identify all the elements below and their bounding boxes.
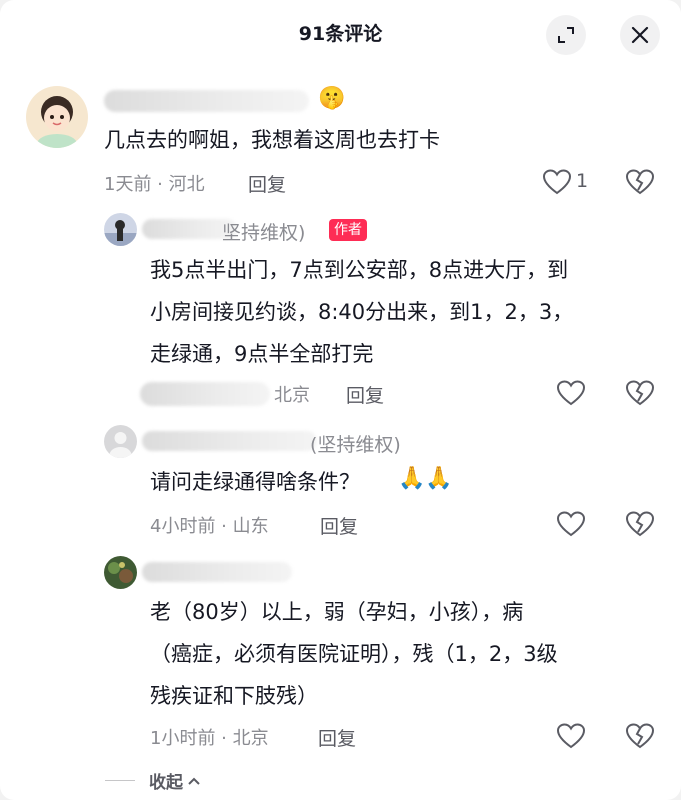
comment-text[interactable]: 几点去的啊姐，我想着这周也去打卡 — [104, 120, 440, 160]
like-count: 1 — [576, 170, 589, 192]
dislike-icon[interactable] — [625, 510, 655, 538]
collapse-replies-button[interactable]: 收起 — [105, 768, 201, 793]
avatar[interactable] — [26, 86, 88, 148]
avatar[interactable] — [104, 556, 137, 589]
reply-button[interactable]: 回复 — [248, 170, 286, 197]
author-badge: 作者 — [329, 219, 367, 241]
avatar[interactable] — [104, 213, 137, 246]
divider — [105, 780, 135, 781]
comment-text-line[interactable]: 残疾证和下肢残） — [150, 676, 318, 716]
collapse-label: 收起 — [149, 773, 183, 793]
comment-time-location: 1天前 · 河北 — [104, 174, 205, 195]
comment-time-location: 4小时前 · 山东 — [150, 516, 269, 537]
reply-button[interactable]: 回复 — [346, 381, 384, 408]
comment-text-line[interactable]: 老（80岁）以上，弱（孕妇，小孩），病 — [150, 592, 523, 632]
expand-icon — [558, 27, 574, 43]
dislike-icon[interactable] — [625, 722, 655, 750]
username-blurred[interactable] — [142, 431, 317, 451]
comment-text-line[interactable]: （癌症，必须有医院证明），残（1，2，3级 — [150, 634, 558, 674]
close-button[interactable] — [620, 15, 660, 55]
comment-location: 北京 — [274, 385, 310, 406]
dislike-icon[interactable] — [625, 168, 655, 196]
default-avatar[interactable] — [104, 425, 137, 458]
comment-text-line[interactable]: 走绿通，9点半全部打完 — [150, 334, 373, 374]
like-icon[interactable] — [542, 168, 572, 196]
like-icon[interactable] — [556, 722, 586, 750]
reply-button[interactable]: 回复 — [320, 512, 358, 539]
username[interactable]: 坚持维权) — [222, 218, 305, 245]
like-icon[interactable] — [556, 379, 586, 407]
comment-text[interactable]: 请问走绿通得啥条件？ — [150, 462, 360, 502]
time-blurred — [140, 382, 270, 406]
reply-button[interactable]: 回复 — [318, 724, 356, 751]
comment-text-line[interactable]: 我5点半出门，7点到公安部，8点进大厅，到 — [150, 250, 568, 290]
chevron-up-icon — [188, 777, 200, 785]
emoji-shush: 🤫 — [318, 86, 346, 111]
dislike-icon[interactable] — [625, 379, 655, 407]
comment-time-location: 1小时前 · 北京 — [150, 728, 269, 749]
username-blurred[interactable] — [104, 90, 309, 112]
like-icon[interactable] — [556, 510, 586, 538]
comment-text-line[interactable]: 小房间接见约谈，8:40分出来，到1，2，3， — [150, 292, 573, 332]
close-icon — [631, 26, 649, 44]
emoji-pray: 🙏🙏 — [398, 466, 453, 491]
username[interactable]: (坚持维权) — [310, 430, 401, 457]
comments-sheet: 91条评论 🤫 几点去的啊姐，我想着这周也去打卡 1天前 · 河北 回复 1 坚… — [0, 0, 681, 800]
username-blurred[interactable] — [142, 562, 292, 582]
expand-button[interactable] — [546, 15, 586, 55]
